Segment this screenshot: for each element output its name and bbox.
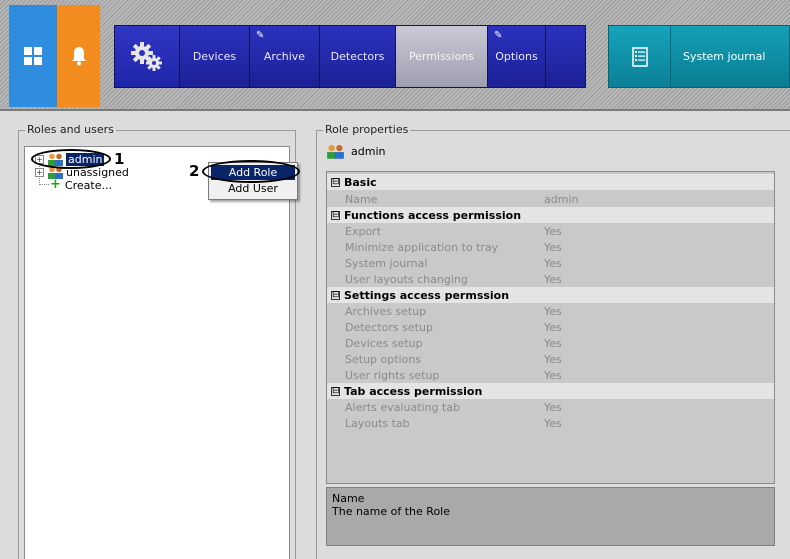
property-value: Yes	[544, 416, 562, 430]
collapse-icon[interactable]: ⊟	[331, 386, 340, 396]
property-name: Name	[345, 192, 378, 206]
grid-icon	[24, 47, 42, 65]
property-value: Yes	[544, 240, 562, 254]
roles-tree[interactable]: + admin + unassigned + Create...	[24, 146, 290, 559]
category-label: Tab access permission	[344, 384, 483, 398]
tree-item-create[interactable]: + Create...	[50, 178, 112, 192]
tab-permissions[interactable]: Permissions	[396, 26, 488, 87]
category-label: Basic	[344, 175, 377, 189]
property-value: admin	[544, 192, 579, 206]
property-row[interactable]: User rights setup Yes	[327, 367, 774, 383]
property-row[interactable]: Setup options Yes	[327, 351, 774, 367]
property-row[interactable]: Export Yes	[327, 223, 774, 239]
category-row[interactable]: ⊟ Basic	[327, 174, 774, 190]
callout-number: 1	[114, 150, 125, 168]
property-name: Layouts tab	[345, 416, 410, 430]
collapse-icon[interactable]: ⊟	[331, 177, 340, 187]
category-label: Settings access permssion	[344, 288, 510, 302]
property-name: User layouts changing	[345, 272, 468, 286]
property-row[interactable]: Devices setup Yes	[327, 335, 774, 351]
tab-label: Options	[495, 50, 538, 63]
add-icon: +	[50, 177, 61, 192]
description-title: Name	[332, 492, 365, 505]
tree-connector	[39, 184, 49, 185]
property-row[interactable]: User layouts changing Yes	[327, 271, 774, 287]
add-user-menu-item[interactable]: Add User	[211, 181, 295, 196]
tab-label: Detectors	[330, 50, 385, 63]
callout-number: 2	[189, 162, 200, 180]
alerts-tile[interactable]	[57, 5, 100, 107]
journal-nav: System journal	[608, 25, 790, 88]
bell-icon	[71, 47, 86, 66]
property-description: Name The name of the Role	[326, 487, 775, 546]
collapse-icon[interactable]: ⊟	[331, 210, 340, 220]
property-value: Yes	[544, 368, 562, 382]
property-name: Minimize application to tray	[345, 240, 499, 254]
property-name: Archives setup	[345, 304, 427, 318]
property-name: Setup options	[345, 352, 422, 366]
category-row[interactable]: ⊟ Functions access permission	[327, 207, 774, 223]
top-toolbar: Devices ✎ Archive Detectors Permissions …	[0, 0, 790, 111]
property-row[interactable]: Layouts tab Yes	[327, 415, 774, 431]
category-label: Functions access permission	[344, 208, 522, 222]
highlight-oval	[202, 160, 300, 183]
property-value: Yes	[544, 320, 562, 334]
property-value: Yes	[544, 400, 562, 414]
property-name: Export	[345, 224, 382, 238]
property-name: Detectors setup	[345, 320, 433, 334]
role-header: admin	[326, 143, 385, 160]
group-title: Roles and users	[25, 123, 116, 136]
property-grid[interactable]: ⊟ Basic Name admin ⊟ Functions access pe…	[326, 171, 775, 484]
property-value: Yes	[544, 336, 562, 350]
property-row[interactable]: Name admin	[327, 191, 774, 207]
tab-system-journal[interactable]: System journal	[671, 26, 789, 87]
settings-nav: Devices ✎ Archive Detectors Permissions …	[114, 25, 586, 88]
gears-icon	[131, 41, 162, 71]
property-value: Yes	[544, 272, 562, 286]
nav-strip-end	[546, 26, 585, 87]
tab-options[interactable]: ✎ Options	[488, 26, 546, 87]
property-name: Alerts evaluating tab	[345, 400, 461, 414]
property-row[interactable]: Alerts evaluating tab Yes	[327, 399, 774, 415]
category-row[interactable]: ⊟ Settings access permssion	[327, 287, 774, 303]
tree-item-label: Create...	[64, 178, 112, 192]
group-title: Role properties	[323, 123, 411, 136]
highlight-oval	[31, 149, 111, 169]
tab-label: Devices	[192, 50, 237, 63]
tab-devices[interactable]: Devices	[180, 26, 250, 87]
journal-button[interactable]	[609, 26, 671, 87]
tab-label: System journal	[683, 50, 766, 63]
property-value: Yes	[544, 352, 562, 366]
tab-archive[interactable]: ✎ Archive	[250, 26, 320, 87]
layouts-tile[interactable]	[9, 5, 57, 107]
pencil-icon: ✎	[494, 30, 503, 41]
property-value: Yes	[544, 224, 562, 238]
pencil-icon: ✎	[256, 30, 265, 41]
property-row[interactable]: Minimize application to tray Yes	[327, 239, 774, 255]
description-text: The name of the Role	[332, 505, 450, 518]
property-row[interactable]: System journal Yes	[327, 255, 774, 271]
property-value: Yes	[544, 304, 562, 318]
journal-icon	[631, 46, 648, 67]
settings-gear-button[interactable]	[115, 26, 180, 87]
property-row[interactable]: Archives setup Yes	[327, 303, 774, 319]
property-value: Yes	[544, 256, 562, 270]
collapse-icon[interactable]: ⊟	[331, 290, 340, 300]
category-row[interactable]: ⊟ Tab access permission	[327, 383, 774, 399]
property-name: System journal	[345, 256, 428, 270]
property-name: User rights setup	[345, 368, 440, 382]
menu-item-label: Add User	[228, 182, 278, 195]
users-icon	[327, 145, 344, 159]
tab-detectors[interactable]: Detectors	[320, 26, 396, 87]
property-row[interactable]: Detectors setup Yes	[327, 319, 774, 335]
tab-label: Archive	[263, 50, 306, 63]
role-name: admin	[351, 145, 386, 158]
property-name: Devices setup	[345, 336, 423, 350]
expand-toggle[interactable]: +	[35, 167, 44, 177]
tab-label: Permissions	[408, 50, 475, 63]
